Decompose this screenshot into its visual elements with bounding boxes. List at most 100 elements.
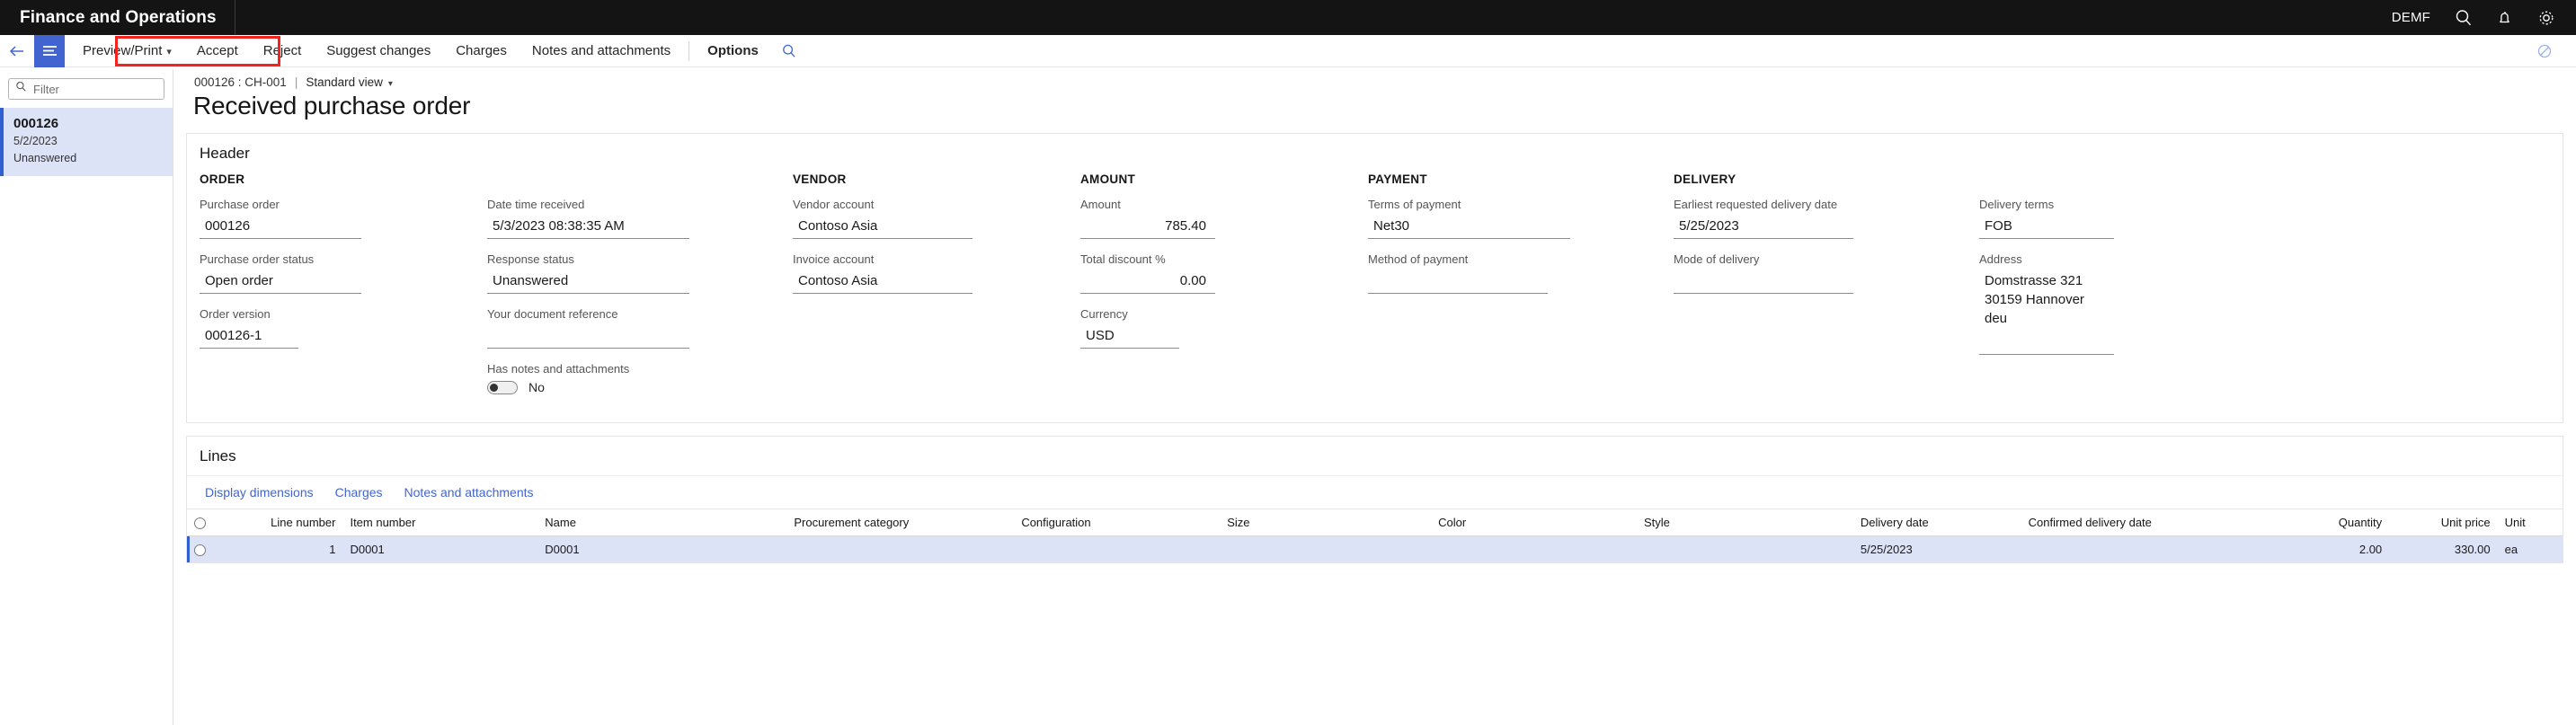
field-value[interactable] xyxy=(1674,270,1853,294)
field-value[interactable]: Contoso Asia xyxy=(793,216,973,239)
field-value[interactable]: 785.40 xyxy=(1080,216,1215,239)
cell-confirmed-delivery-date[interactable] xyxy=(2021,535,2270,563)
has-notes-toggle[interactable] xyxy=(487,380,518,394)
cell-line-number[interactable]: 1 xyxy=(223,535,343,563)
field-value[interactable]: Open order xyxy=(200,270,361,294)
row-select-cell[interactable] xyxy=(187,535,224,563)
cell-item-number[interactable]: D0001 xyxy=(342,535,538,563)
group-delivery-label: DELIVERY xyxy=(1674,172,1737,186)
cell-name[interactable]: D0001 xyxy=(537,535,787,563)
field-value[interactable]: FOB xyxy=(1979,216,2114,239)
field-value[interactable]: Net30 xyxy=(1368,216,1570,239)
field-value[interactable]: Contoso Asia xyxy=(793,270,973,294)
breadcrumb-record: 000126 : CH-001 xyxy=(194,75,287,89)
cell-unit[interactable]: ea xyxy=(2497,535,2563,563)
group-amount-label: AMOUNT xyxy=(1080,172,1136,186)
column-delivery-date[interactable]: Delivery date xyxy=(1852,508,2021,537)
group-payment-label: PAYMENT xyxy=(1368,172,1427,186)
toolbar-options-button[interactable]: Options xyxy=(695,35,771,67)
column-color[interactable]: Color xyxy=(1431,508,1637,537)
column-name[interactable]: Name xyxy=(537,508,787,537)
field-label: Order version xyxy=(200,307,271,321)
field-label: Mode of delivery xyxy=(1674,252,1760,266)
field-value[interactable]: 0.00 xyxy=(1080,270,1215,294)
column-unit[interactable]: Unit xyxy=(2497,508,2563,537)
header-section-body: ORDER Purchase order 000126 Purchase ord… xyxy=(187,172,2563,422)
field-date-time-received: Date time received 5/3/2023 08:38:35 AM xyxy=(487,198,793,239)
search-icon[interactable] xyxy=(2443,0,2484,35)
cell-size[interactable] xyxy=(1220,535,1432,563)
field-purchase-order-status: Purchase order status Open order xyxy=(200,252,487,294)
view-selector[interactable]: Standard view ▾ xyxy=(306,75,393,89)
cell-quantity[interactable]: 2.00 xyxy=(2270,535,2390,563)
gear-icon[interactable] xyxy=(2526,0,2567,35)
toolbar-reject-button[interactable]: Reject xyxy=(251,35,315,67)
toolbar-charges-button[interactable]: Charges xyxy=(443,35,520,67)
field-mode-of-delivery: Mode of delivery xyxy=(1674,252,1979,294)
lines-tab-charges[interactable]: Charges xyxy=(335,485,383,500)
field-value[interactable] xyxy=(487,325,689,349)
cell-style[interactable] xyxy=(1636,535,1853,563)
radio-icon[interactable] xyxy=(194,517,206,530)
cell-delivery-date[interactable]: 5/25/2023 xyxy=(1852,535,2021,563)
cell-configuration[interactable] xyxy=(1014,535,1221,563)
field-amount: Amount 785.40 xyxy=(1080,198,1368,239)
field-label: Has notes and attachments xyxy=(487,362,630,376)
lines-tab-notes-and-attachments[interactable]: Notes and attachments xyxy=(404,485,534,500)
hamburger-icon[interactable] xyxy=(34,34,65,67)
field-value[interactable]: 5/25/2023 xyxy=(1674,216,1853,239)
attachment-icon[interactable] xyxy=(2524,33,2565,68)
lines-toolbar: Display dimensions Charges Notes and att… xyxy=(187,475,2563,508)
toolbar-notes-attachments-button[interactable]: Notes and attachments xyxy=(520,35,683,67)
filter-input[interactable]: Filter xyxy=(8,78,164,100)
field-value[interactable]: 000126 xyxy=(200,216,361,239)
toolbar-suggest-changes-button[interactable]: Suggest changes xyxy=(314,35,443,67)
group-payment: PAYMENT Terms of payment Net30 Method of… xyxy=(1368,172,1674,408)
toolbar-preview-print-button[interactable]: Preview/Print ▾ xyxy=(70,35,184,67)
field-value[interactable]: Domstrasse 321 30159 Hannover deu xyxy=(1979,270,2114,331)
cell-color[interactable] xyxy=(1431,535,1637,563)
address-underline xyxy=(1979,354,2114,355)
main-content: 000126 : CH-001 | Standard view ▾ Receive… xyxy=(173,69,2576,725)
toolbar-search-icon[interactable] xyxy=(771,35,807,67)
field-value[interactable]: USD xyxy=(1080,325,1179,349)
field-value[interactable]: 5/3/2023 08:38:35 AM xyxy=(487,216,689,239)
column-quantity[interactable]: Quantity xyxy=(2270,508,2390,537)
field-label: Response status xyxy=(487,252,574,266)
list-item-date: 5/2/2023 xyxy=(13,135,58,147)
column-size[interactable]: Size xyxy=(1220,508,1432,537)
chevron-down-icon: ▾ xyxy=(166,46,172,57)
cell-procurement-category[interactable] xyxy=(786,535,1015,563)
toolbar-accept-button[interactable]: Accept xyxy=(184,35,251,67)
list-item[interactable]: 000126 5/2/2023 Unanswered xyxy=(0,108,173,176)
column-configuration[interactable]: Configuration xyxy=(1014,508,1221,537)
column-unit-price[interactable]: Unit price xyxy=(2389,508,2498,537)
back-arrow-icon[interactable] xyxy=(0,35,34,67)
field-delivery-terms: Delivery terms FOB xyxy=(1979,198,2276,239)
field-label: Total discount % xyxy=(1080,252,1166,266)
column-style[interactable]: Style xyxy=(1636,508,1853,537)
breadcrumb-separator: | xyxy=(294,75,298,89)
table-row[interactable]: 1 D0001 D0001 5/25/2023 2.00 330.00 ea xyxy=(187,535,2563,563)
field-response-status: Response status Unanswered xyxy=(487,252,793,294)
column-procurement-category[interactable]: Procurement category xyxy=(786,508,1015,537)
lines-tab-display-dimensions[interactable]: Display dimensions xyxy=(205,485,314,500)
lines-table: Line number Item number Name Procurement… xyxy=(187,508,2563,563)
company-label: DEMF xyxy=(2391,10,2430,25)
toolbar-right-group xyxy=(2524,33,2576,68)
header-section-title: Header xyxy=(200,145,250,162)
field-label: Purchase order status xyxy=(200,252,315,266)
column-line-number[interactable]: Line number xyxy=(223,508,343,537)
column-confirmed-delivery-date[interactable]: Confirmed delivery date xyxy=(2021,508,2270,537)
radio-icon[interactable] xyxy=(194,544,206,557)
field-value[interactable]: 000126-1 xyxy=(200,325,298,349)
bell-icon[interactable] xyxy=(2484,0,2526,35)
select-all-column[interactable] xyxy=(187,508,224,537)
field-total-discount-pct: Total discount % 0.00 xyxy=(1080,252,1368,294)
lines-table-header: Line number Item number Name Procurement… xyxy=(187,508,2563,537)
field-value[interactable]: Unanswered xyxy=(487,270,689,294)
field-value[interactable] xyxy=(1368,270,1548,294)
column-item-number[interactable]: Item number xyxy=(342,508,538,537)
field-label: Amount xyxy=(1080,198,1121,211)
cell-unit-price[interactable]: 330.00 xyxy=(2389,535,2498,563)
